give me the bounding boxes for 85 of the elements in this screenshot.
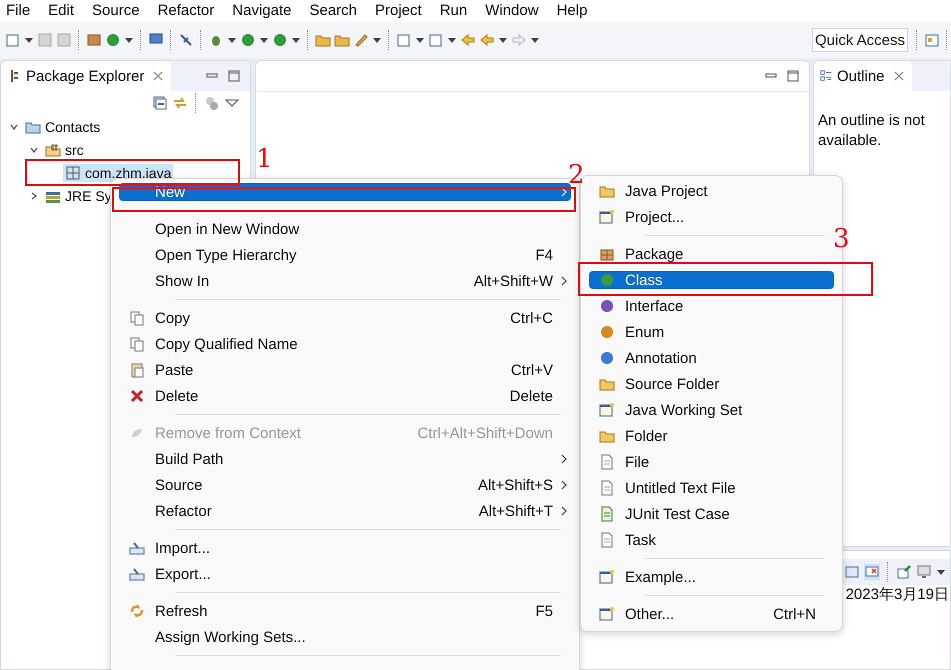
menu-item[interactable]: Open Type Hierarchy F4: [119, 246, 571, 264]
outline-message: An outline is not available.: [818, 111, 926, 151]
menu-item[interactable]: Build Path: [119, 450, 571, 468]
circle-icon: [599, 350, 615, 366]
menu-title[interactable]: Edit: [48, 1, 74, 21]
close-icon[interactable]: [153, 71, 164, 81]
outline-icon: [820, 69, 832, 83]
menu-item[interactable]: Copy Qualified Name: [119, 335, 571, 353]
quick-access-field[interactable]: Quick Access: [812, 28, 908, 52]
circle-icon: [599, 298, 615, 314]
window-icon: [599, 569, 615, 585]
console-icon[interactable]: [844, 564, 860, 580]
cross-icon: [129, 388, 145, 404]
page-icon: [599, 480, 615, 496]
menu-item[interactable]: Enum: [589, 323, 834, 341]
close-icon[interactable]: [894, 71, 904, 81]
window-icon: [599, 402, 615, 418]
menu-item[interactable]: Java Project: [589, 182, 834, 200]
menu-item[interactable]: Package: [589, 245, 834, 263]
annotation-number: 2: [568, 162, 585, 188]
maximize-icon[interactable]: [228, 70, 240, 82]
menu-title[interactable]: File: [6, 1, 30, 21]
menu-item[interactable]: Untitled Text File: [589, 479, 834, 497]
menu-item[interactable]: Task: [589, 531, 834, 549]
menu-item[interactable]: Other... Ctrl+N: [589, 605, 834, 623]
explorer-icon: [9, 69, 21, 83]
menu-item[interactable]: Export...: [119, 565, 571, 583]
menu-item[interactable]: Source Alt+Shift+S: [119, 476, 571, 494]
menu-item[interactable]: Source Folder: [589, 375, 834, 393]
grid-icon: [65, 164, 81, 180]
tree-item[interactable]: com.zhm.java: [63, 164, 174, 182]
page-icon[interactable]: [428, 32, 444, 48]
maximize-icon[interactable]: [787, 70, 799, 82]
menu-item[interactable]: Refactor Alt+Shift+T: [119, 502, 571, 520]
circle-icon: [599, 324, 615, 340]
menu-title[interactable]: Run: [440, 1, 468, 21]
circle-icon: [599, 272, 615, 288]
collapsed-chevron-icon[interactable]: [29, 190, 39, 200]
copy-icon: [129, 336, 145, 352]
menu-item[interactable]: Annotation: [589, 349, 834, 367]
annotation-number: 3: [833, 226, 850, 252]
menu-item[interactable]: Class: [589, 271, 834, 289]
page-icon: [599, 532, 615, 548]
menu-title[interactable]: Navigate: [232, 1, 292, 21]
page-icon: [599, 454, 615, 470]
page-icon: [599, 506, 615, 522]
page-icon[interactable]: [5, 32, 21, 48]
menu-title[interactable]: Source: [92, 1, 140, 21]
menu-item[interactable]: Open in New Window: [119, 220, 571, 238]
menu-item[interactable]: Delete Delete: [119, 387, 571, 405]
window-icon: [599, 606, 615, 622]
menu-item[interactable]: Interface: [589, 297, 834, 315]
copy-icon: [129, 310, 145, 326]
page-icon[interactable]: [396, 32, 412, 48]
tree-item[interactable]: src: [43, 140, 86, 158]
menu-title[interactable]: Window: [485, 1, 539, 21]
perspective-icon[interactable]: [924, 32, 940, 48]
view-tab[interactable]: Package Explorer: [1, 61, 172, 91]
tree-item[interactable]: Contacts: [23, 118, 102, 136]
view-tab[interactable]: Outline: [814, 61, 912, 91]
clipboard-icon: [129, 362, 145, 378]
menu-item[interactable]: File: [589, 453, 834, 471]
collapse-icon[interactable]: [152, 95, 168, 111]
refresh-icon: [129, 603, 145, 619]
tray-icon: [129, 566, 145, 582]
date-text: 2023年3月19日: [846, 585, 949, 604]
annotation-number: 1: [256, 146, 273, 172]
tray-icon: [129, 540, 145, 556]
menu-item[interactable]: Project...: [589, 208, 834, 226]
menu-item[interactable]: Show In Alt+Shift+W: [119, 272, 571, 290]
menu-item[interactable]: Import...: [119, 539, 571, 557]
menu-title[interactable]: Project: [375, 1, 422, 21]
menu-title[interactable]: Help: [556, 1, 588, 21]
pencil-icon[interactable]: [353, 32, 369, 48]
window-icon: [599, 209, 615, 225]
menu-title[interactable]: Refactor: [158, 1, 214, 21]
menu-item[interactable]: Java Working Set: [589, 401, 834, 419]
menu-item[interactable]: Copy Ctrl+C: [119, 309, 571, 327]
menu-item[interactable]: Paste Ctrl+V: [119, 361, 571, 379]
menu-item[interactable]: Assign Working Sets...: [119, 628, 571, 646]
menu-item[interactable]: JUnit Test Case: [589, 505, 834, 523]
menu-item[interactable]: Refresh F5: [119, 602, 571, 620]
menu-title[interactable]: Search: [309, 1, 357, 21]
menu-item[interactable]: Example...: [589, 568, 834, 586]
menu-item[interactable]: Folder: [589, 427, 834, 445]
